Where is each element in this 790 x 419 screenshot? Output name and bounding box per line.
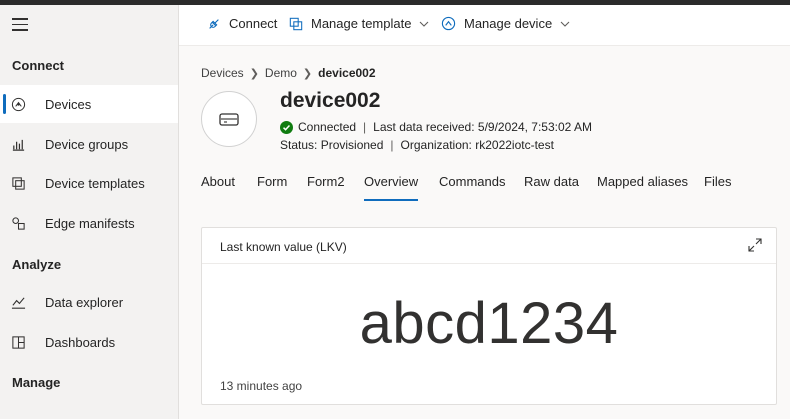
tab-files[interactable]: Files	[704, 174, 731, 189]
last-data-received: Last data received: 5/9/2024, 7:53:02 AM	[373, 120, 592, 134]
breadcrumb: Devices ❯ Demo ❯ device002	[201, 66, 376, 80]
sidebar-item-label: Device templates	[45, 175, 145, 191]
tab-raw-data[interactable]: Raw data	[524, 174, 579, 189]
connect-button[interactable]: Connect	[207, 16, 277, 31]
dashboards-icon	[12, 336, 25, 349]
device-groups-icon	[12, 139, 25, 151]
sidebar-item-label: Devices	[45, 96, 92, 112]
sidebar-item-label: Edge manifests	[45, 215, 135, 231]
sidebar-item-device-groups[interactable]: Device groups	[0, 125, 178, 163]
lkv-value: abcd1234	[359, 291, 619, 356]
manage-template-menu[interactable]: Manage template	[289, 16, 429, 31]
breadcrumb-demo[interactable]: Demo	[265, 66, 297, 80]
connect-label: Connect	[229, 16, 278, 31]
connect-plug-icon	[209, 18, 219, 29]
device-icon	[441, 16, 456, 31]
chevron-right-icon: ❯	[302, 67, 313, 80]
organization: Organization: rk2022iotc-test	[400, 138, 554, 152]
device-templates-icon	[12, 177, 25, 190]
separator: |	[363, 120, 367, 134]
data-explorer-icon	[11, 297, 26, 309]
sidebar-item-data-explorer[interactable]: Data explorer	[0, 283, 178, 321]
breadcrumb-devices[interactable]: Devices	[201, 66, 244, 80]
nav-section-manage: Manage	[12, 375, 61, 390]
sidebar-item-devices[interactable]: Devices	[0, 85, 178, 123]
template-icon	[289, 17, 303, 30]
separator: |	[390, 138, 394, 152]
sidebar-item-dashboards[interactable]: Dashboards	[0, 323, 178, 361]
nav-section-analyze: Analyze	[12, 257, 62, 272]
chevron-right-icon: ❯	[249, 67, 259, 80]
tab-about[interactable]: About	[201, 174, 235, 189]
sidebar: Connect Devices Device groups Device tem…	[0, 5, 179, 419]
tile-updated-time: 13 minutes ago	[220, 379, 303, 393]
sidebar-item-edge-manifests[interactable]: Edge manifests	[0, 204, 178, 242]
device-status-line: Connected | Last data received: 5/9/2024…	[280, 120, 592, 134]
tab-commands[interactable]: Commands	[439, 174, 505, 189]
devices-icon	[11, 97, 26, 112]
tab-overview[interactable]: Overview	[364, 174, 419, 201]
tab-form2[interactable]: Form2	[307, 174, 345, 189]
nav-section-connect: Connect	[12, 58, 64, 73]
sidebar-item-label: Dashboards	[45, 334, 116, 350]
lkv-tile: Last known value (LKV) abcd1234 13 minut…	[201, 227, 777, 405]
device-title: device002	[280, 89, 381, 112]
tile-title: Last known value (LKV)	[220, 240, 347, 254]
sidebar-item-label: Data explorer	[45, 294, 124, 310]
sidebar-item-device-templates[interactable]: Device templates	[0, 164, 178, 202]
manage-template-label: Manage template	[311, 16, 412, 31]
expand-icon[interactable]	[748, 238, 762, 252]
breadcrumb-current: device002	[318, 66, 376, 80]
tab-form[interactable]: Form	[257, 174, 287, 189]
connected-check-icon	[280, 120, 293, 134]
device-provisioning-line: Status: Provisioned | Organization: rk2022…	[280, 138, 554, 152]
hamburger-menu-icon[interactable]	[12, 18, 28, 32]
active-indicator	[3, 94, 6, 114]
device-avatar	[201, 91, 257, 147]
tile-header: Last known value (LKV)	[202, 228, 776, 264]
connection-status: Connected	[298, 120, 357, 134]
sidebar-item-label: Device groups	[45, 136, 129, 152]
tab-mapped-aliases[interactable]: Mapped aliases	[597, 174, 688, 189]
edge-manifests-icon	[12, 217, 25, 230]
main-content: Connect Manage template Manage device De…	[179, 5, 790, 419]
device-hardware-icon	[219, 113, 239, 126]
chevron-down-icon	[560, 21, 570, 27]
command-bar: Connect Manage template Manage device	[179, 5, 790, 46]
manage-device-label: Manage device	[464, 16, 553, 31]
provisioning-status: Status: Provisioned	[280, 138, 384, 152]
manage-device-menu[interactable]: Manage device	[441, 16, 570, 31]
chevron-down-icon	[420, 21, 429, 27]
